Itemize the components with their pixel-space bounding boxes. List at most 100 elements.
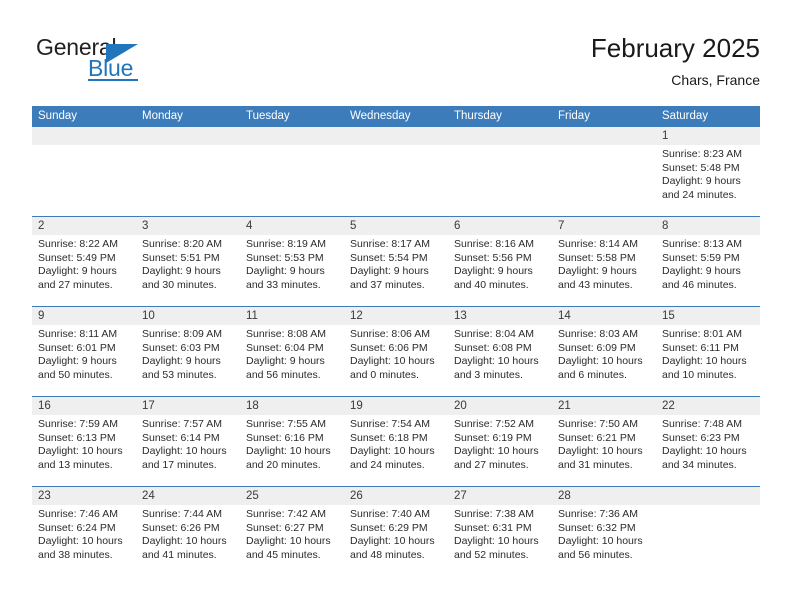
daylight-text-line1: Daylight: 10 hours: [662, 445, 747, 458]
daylight-text-line1: Daylight: 9 hours: [246, 265, 325, 278]
daylight-text-line1: Daylight: 9 hours: [38, 265, 117, 278]
location-subtitle: Chars, France: [671, 72, 760, 88]
sunset-text: Sunset: 6:09 PM: [558, 341, 636, 354]
sunset-text: Sunset: 6:23 PM: [662, 431, 740, 444]
day-number: 22: [662, 400, 675, 412]
day-number: 14: [558, 310, 571, 322]
day-number: 13: [454, 310, 467, 322]
day-number: 23: [38, 490, 51, 502]
day-cell[interactable]: 15 Sunrise: 8:01 AM Sunset: 6:11 PM Dayl…: [656, 307, 760, 396]
day-cell[interactable]: 4 Sunrise: 8:19 AM Sunset: 5:53 PM Dayli…: [240, 217, 344, 306]
daylight-text-line1: Daylight: 10 hours: [558, 535, 643, 548]
sunset-text: Sunset: 6:32 PM: [558, 521, 636, 534]
daylight-text-line1: Daylight: 9 hours: [142, 355, 221, 368]
day-cell[interactable]: [32, 127, 136, 216]
day-cell[interactable]: 17 Sunrise: 7:57 AM Sunset: 6:14 PM Dayl…: [136, 397, 240, 486]
day-number: 3: [142, 220, 149, 232]
daylight-text-line1: Daylight: 10 hours: [662, 355, 747, 368]
day-number: 10: [142, 310, 155, 322]
day-cell[interactable]: 12 Sunrise: 8:06 AM Sunset: 6:06 PM Dayl…: [344, 307, 448, 396]
daylight-text-line1: Daylight: 10 hours: [350, 535, 435, 548]
day-details: Sunrise: 7:57 AM Sunset: 6:14 PM Dayligh…: [142, 418, 235, 472]
daylight-text-line1: Daylight: 9 hours: [662, 265, 741, 278]
day-cell[interactable]: 18 Sunrise: 7:55 AM Sunset: 6:16 PM Dayl…: [240, 397, 344, 486]
daylight-text-line2: and 46 minutes.: [662, 278, 737, 291]
day-cell[interactable]: 24 Sunrise: 7:44 AM Sunset: 6:26 PM Dayl…: [136, 487, 240, 576]
day-number: 6: [454, 220, 461, 232]
daylight-text-line2: and 27 minutes.: [38, 278, 113, 291]
sunset-text: Sunset: 6:06 PM: [350, 341, 428, 354]
day-details: Sunrise: 7:44 AM Sunset: 6:26 PM Dayligh…: [142, 508, 235, 562]
daylight-text-line1: Daylight: 9 hours: [38, 355, 117, 368]
daylight-text-line1: Daylight: 10 hours: [142, 535, 227, 548]
day-cell[interactable]: [136, 127, 240, 216]
day-header-sunday: Sunday: [38, 110, 78, 122]
day-cell[interactable]: 27 Sunrise: 7:38 AM Sunset: 6:31 PM Dayl…: [448, 487, 552, 576]
day-cell[interactable]: [552, 127, 656, 216]
day-number: [558, 127, 651, 145]
day-cell[interactable]: [240, 127, 344, 216]
sunrise-text: Sunrise: 7:59 AM: [38, 418, 118, 430]
day-details: Sunrise: 8:11 AM Sunset: 6:01 PM Dayligh…: [38, 328, 131, 382]
sunrise-text: Sunrise: 7:46 AM: [38, 508, 118, 520]
sunset-text: Sunset: 6:29 PM: [350, 521, 428, 534]
day-number: 24: [142, 490, 155, 502]
day-details: Sunrise: 8:20 AM Sunset: 5:51 PM Dayligh…: [142, 238, 235, 292]
daylight-text-line2: and 27 minutes.: [454, 458, 529, 471]
day-cell[interactable]: 11 Sunrise: 8:08 AM Sunset: 6:04 PM Dayl…: [240, 307, 344, 396]
daylight-text-line2: and 50 minutes.: [38, 368, 113, 381]
sunset-text: Sunset: 6:14 PM: [142, 431, 220, 444]
day-details: Sunrise: 8:04 AM Sunset: 6:08 PM Dayligh…: [454, 328, 547, 382]
day-cell[interactable]: 19 Sunrise: 7:54 AM Sunset: 6:18 PM Dayl…: [344, 397, 448, 486]
logo-underline: [88, 79, 138, 81]
page-title: February 2025: [590, 33, 760, 63]
day-cell[interactable]: 28 Sunrise: 7:36 AM Sunset: 6:32 PM Dayl…: [552, 487, 656, 576]
calendar-page: General Blue February 2025 Chars, France…: [0, 0, 792, 612]
sunrise-text: Sunrise: 8:06 AM: [350, 328, 430, 340]
day-cell[interactable]: 14 Sunrise: 8:03 AM Sunset: 6:09 PM Dayl…: [552, 307, 656, 396]
sunset-text: Sunset: 6:26 PM: [142, 521, 220, 534]
day-cell[interactable]: [344, 127, 448, 216]
day-cell[interactable]: 9 Sunrise: 8:11 AM Sunset: 6:01 PM Dayli…: [32, 307, 136, 396]
day-number: 2: [38, 220, 45, 232]
daylight-text-line2: and 45 minutes.: [246, 548, 321, 561]
day-cell[interactable]: 6 Sunrise: 8:16 AM Sunset: 5:56 PM Dayli…: [448, 217, 552, 306]
daylight-text-line1: Daylight: 10 hours: [350, 445, 435, 458]
daylight-text-line1: Daylight: 10 hours: [454, 445, 539, 458]
day-number: [662, 487, 755, 505]
day-number: 11: [246, 310, 258, 322]
day-cell[interactable]: 23 Sunrise: 7:46 AM Sunset: 6:24 PM Dayl…: [32, 487, 136, 576]
day-number: [38, 127, 131, 145]
day-cell[interactable]: 20 Sunrise: 7:52 AM Sunset: 6:19 PM Dayl…: [448, 397, 552, 486]
sunset-text: Sunset: 5:54 PM: [350, 251, 428, 264]
day-cell[interactable]: 8 Sunrise: 8:13 AM Sunset: 5:59 PM Dayli…: [656, 217, 760, 306]
day-cell[interactable]: 7 Sunrise: 8:14 AM Sunset: 5:58 PM Dayli…: [552, 217, 656, 306]
day-cell[interactable]: 10 Sunrise: 8:09 AM Sunset: 6:03 PM Dayl…: [136, 307, 240, 396]
sunset-text: Sunset: 6:24 PM: [38, 521, 116, 534]
daylight-text-line1: Daylight: 10 hours: [454, 355, 539, 368]
day-cell[interactable]: 22 Sunrise: 7:48 AM Sunset: 6:23 PM Dayl…: [656, 397, 760, 486]
logo-text-blue: Blue: [88, 55, 134, 81]
sunrise-text: Sunrise: 8:14 AM: [558, 238, 638, 250]
sunset-text: Sunset: 6:11 PM: [662, 341, 739, 354]
sunset-text: Sunset: 6:03 PM: [142, 341, 220, 354]
daylight-text-line1: Daylight: 10 hours: [246, 445, 331, 458]
day-details: Sunrise: 8:03 AM Sunset: 6:09 PM Dayligh…: [558, 328, 651, 382]
day-number: 18: [246, 400, 259, 412]
day-cell[interactable]: [656, 487, 760, 576]
day-cell[interactable]: 2 Sunrise: 8:22 AM Sunset: 5:49 PM Dayli…: [32, 217, 136, 306]
day-cell[interactable]: 25 Sunrise: 7:42 AM Sunset: 6:27 PM Dayl…: [240, 487, 344, 576]
day-cell[interactable]: 21 Sunrise: 7:50 AM Sunset: 6:21 PM Dayl…: [552, 397, 656, 486]
day-cell[interactable]: [448, 127, 552, 216]
day-cell[interactable]: 26 Sunrise: 7:40 AM Sunset: 6:29 PM Dayl…: [344, 487, 448, 576]
sunrise-text: Sunrise: 8:23 AM: [662, 148, 742, 160]
day-cell[interactable]: 16 Sunrise: 7:59 AM Sunset: 6:13 PM Dayl…: [32, 397, 136, 486]
day-cell[interactable]: 3 Sunrise: 8:20 AM Sunset: 5:51 PM Dayli…: [136, 217, 240, 306]
day-number: 21: [558, 400, 571, 412]
day-cell[interactable]: 5 Sunrise: 8:17 AM Sunset: 5:54 PM Dayli…: [344, 217, 448, 306]
sunrise-text: Sunrise: 7:48 AM: [662, 418, 742, 430]
day-cell[interactable]: 1 Sunrise: 8:23 AM Sunset: 5:48 PM Dayli…: [656, 127, 760, 216]
sunset-text: Sunset: 6:18 PM: [350, 431, 428, 444]
day-cell[interactable]: 13 Sunrise: 8:04 AM Sunset: 6:08 PM Dayl…: [448, 307, 552, 396]
sunrise-text: Sunrise: 7:57 AM: [142, 418, 222, 430]
